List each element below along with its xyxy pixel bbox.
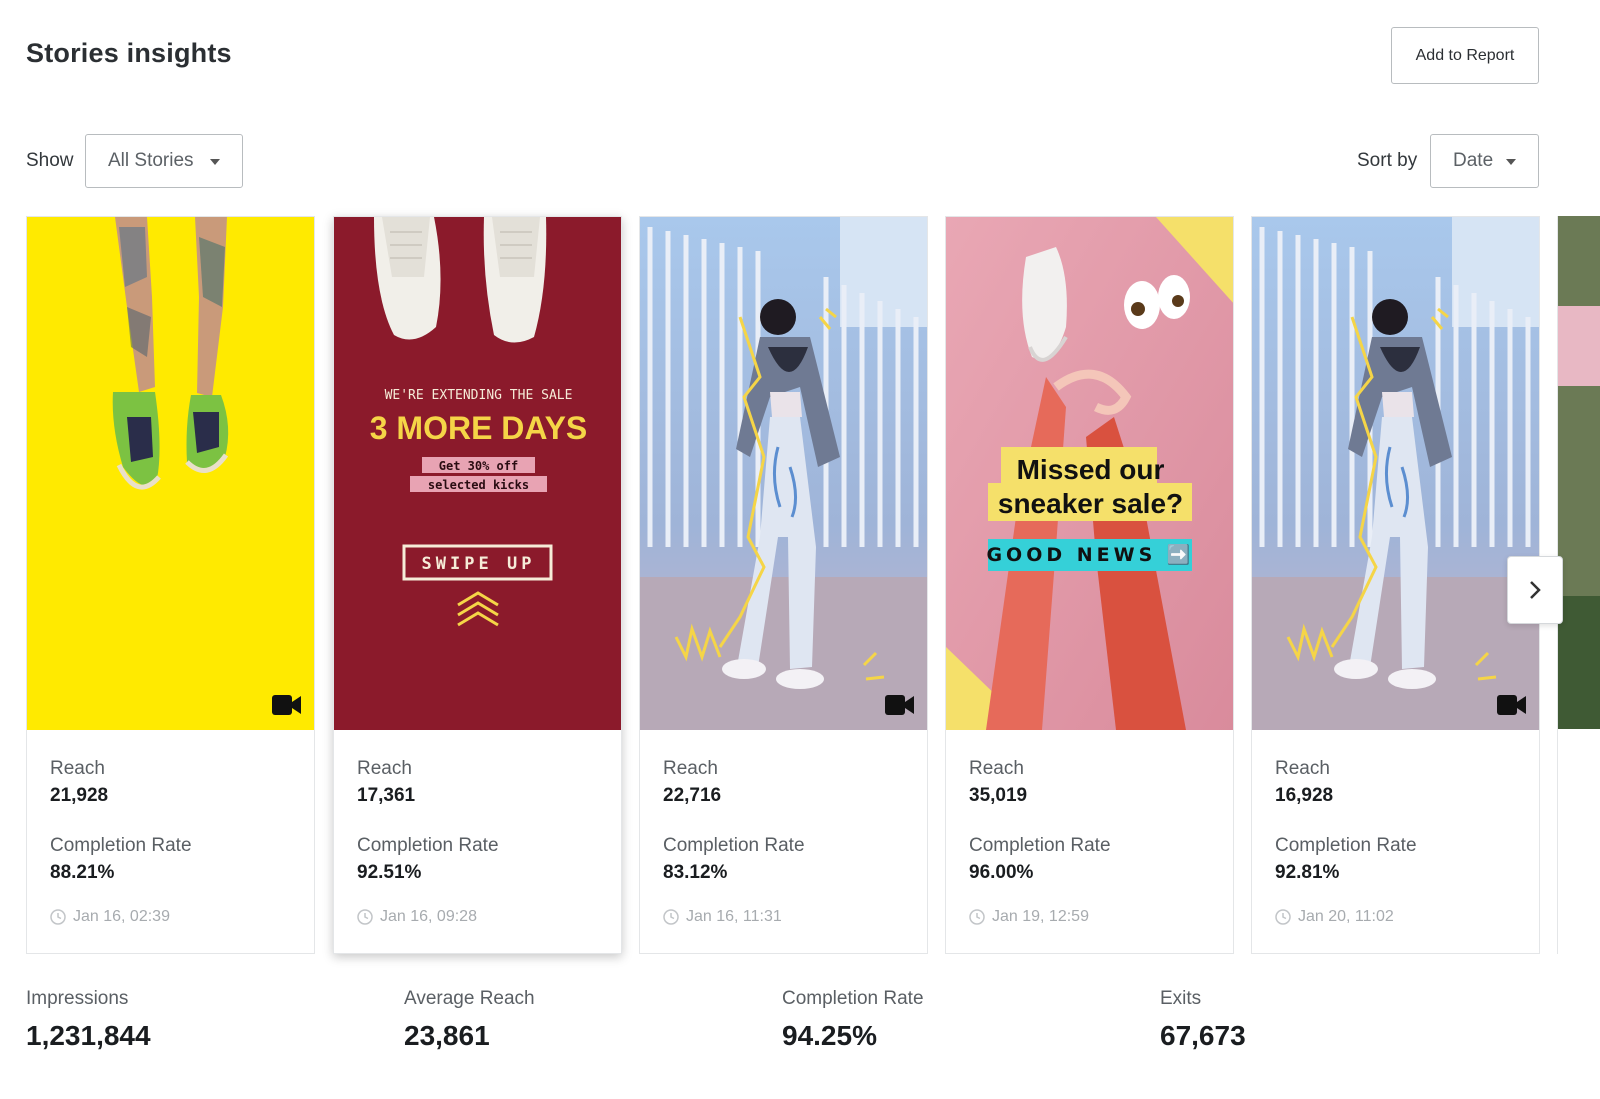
clock-icon — [357, 909, 373, 925]
story-date-text: Jan 16, 11:31 — [686, 908, 782, 925]
summary-label: Completion Rate — [782, 988, 924, 1009]
svg-text:WE'RE EXTENDING THE SALE: WE'RE EXTENDING THE SALE — [385, 388, 573, 403]
svg-text:SWIPE UP: SWIPE UP — [422, 554, 536, 574]
next-stories-button[interactable] — [1507, 556, 1563, 624]
caret-down-icon — [210, 159, 220, 165]
svg-text:Missed our: Missed our — [1017, 454, 1165, 485]
sort-value: Date — [1453, 150, 1494, 171]
show-label: Show — [26, 150, 74, 171]
story-date: Jan 16, 09:28 — [357, 908, 621, 926]
story-thumbnail[interactable] — [640, 217, 927, 730]
svg-text:Get 30% off: Get 30% off — [439, 459, 518, 473]
story-date-text: Jan 19, 12:59 — [992, 908, 1089, 925]
reach-label: Reach — [663, 758, 718, 779]
story-card[interactable]: Reach 21,928 Completion Rate 88.21% Jan … — [26, 216, 315, 954]
completion-rate-value: 92.51% — [357, 862, 422, 883]
reach-value: 17,361 — [357, 785, 416, 806]
story-date: Jan 16, 02:39 — [50, 908, 314, 926]
completion-rate-value: 96.00% — [969, 862, 1034, 883]
story-thumbnail[interactable]: Missed our sneaker sale? GOOD NEWS ➡️ — [946, 217, 1233, 730]
reach-label: Reach — [357, 758, 412, 779]
story-image — [1558, 216, 1600, 729]
story-stats: Reach 17,361 Completion Rate 92.51% Jan … — [334, 730, 621, 926]
summary-value: 94.25% — [782, 1020, 877, 1051]
svg-text:sneaker sale?: sneaker sale? — [998, 488, 1183, 519]
clock-icon — [50, 909, 66, 925]
story-thumbnail[interactable]: WE'RE EXTENDING THE SALE 3 MORE DAYS Get… — [334, 217, 621, 730]
story-image — [1252, 217, 1539, 730]
story-card[interactable]: Reach 16,928 Completion Rate 92.81% Jan … — [1251, 216, 1540, 954]
story-date: Jan 16, 11:31 — [663, 908, 927, 926]
svg-text:3 MORE DAYS: 3 MORE DAYS — [370, 410, 588, 446]
story-stats: Reach 21,928 Completion Rate 88.21% Jan … — [27, 730, 314, 926]
story-date-text: Jan 16, 02:39 — [73, 908, 170, 925]
clock-icon — [969, 909, 985, 925]
completion-rate-value: 83.12% — [663, 862, 728, 883]
completion-rate-label: Completion Rate — [663, 835, 805, 856]
clock-icon — [663, 909, 679, 925]
reach-label: Reach — [969, 758, 1024, 779]
sort-dropdown[interactable]: Date — [1430, 134, 1539, 188]
summary-average-reach: Average Reach 23,861 — [404, 988, 535, 1052]
video-camera-icon — [885, 695, 914, 715]
completion-rate-label: Completion Rate — [50, 835, 192, 856]
completion-rate-label: Completion Rate — [969, 835, 1111, 856]
story-thumbnail[interactable] — [1252, 217, 1539, 730]
story-card[interactable]: Missed our sneaker sale? GOOD NEWS ➡️ Re… — [945, 216, 1234, 954]
video-camera-icon — [1497, 695, 1526, 715]
story-date-text: Jan 20, 11:02 — [1298, 908, 1394, 925]
add-to-report-button[interactable]: Add to Report — [1391, 27, 1539, 84]
reach-value: 35,019 — [969, 785, 1028, 806]
show-filter-dropdown[interactable]: All Stories — [85, 134, 243, 188]
story-stats: Reach 35,019 Completion Rate 96.00% Jan … — [946, 730, 1233, 926]
chevron-right-icon — [1530, 581, 1541, 599]
summary-label: Exits — [1160, 988, 1202, 1009]
summary-exits: Exits 67,673 — [1160, 988, 1246, 1052]
summary-value: 23,861 — [404, 1020, 490, 1051]
clock-icon — [1275, 909, 1291, 925]
story-card-partial[interactable] — [1557, 216, 1600, 954]
reach-label: Reach — [50, 758, 105, 779]
completion-rate-label: Completion Rate — [357, 835, 499, 856]
story-card[interactable]: WE'RE EXTENDING THE SALE 3 MORE DAYS Get… — [333, 216, 622, 954]
story-stats: Reach 22,716 Completion Rate 83.12% Jan … — [640, 730, 927, 926]
summary-completion-rate: Completion Rate 94.25% — [782, 988, 924, 1052]
svg-text:selected kicks: selected kicks — [428, 478, 529, 492]
completion-rate-value: 88.21% — [50, 862, 115, 883]
summary-impressions: Impressions 1,231,844 — [26, 988, 151, 1052]
show-filter-value: All Stories — [108, 150, 194, 171]
video-camera-icon — [272, 695, 301, 715]
reach-value: 21,928 — [50, 785, 109, 806]
story-image: WE'RE EXTENDING THE SALE 3 MORE DAYS Get… — [334, 217, 621, 730]
reach-label: Reach — [1275, 758, 1330, 779]
caret-down-icon — [1506, 159, 1516, 165]
completion-rate-label: Completion Rate — [1275, 835, 1417, 856]
story-stats: Reach 16,928 Completion Rate 92.81% Jan … — [1252, 730, 1539, 926]
summary-label: Impressions — [26, 988, 129, 1009]
summary-value: 67,673 — [1160, 1020, 1246, 1051]
summary-value: 1,231,844 — [26, 1020, 151, 1051]
story-date: Jan 20, 11:02 — [1275, 908, 1539, 926]
story-image: Missed our sneaker sale? GOOD NEWS ➡️ — [946, 217, 1233, 730]
completion-rate-value: 92.81% — [1275, 862, 1340, 883]
story-card[interactable]: Reach 22,716 Completion Rate 83.12% Jan … — [639, 216, 928, 954]
page-title: Stories insights — [26, 38, 232, 68]
summary-label: Average Reach — [404, 988, 535, 1009]
story-image — [640, 217, 927, 730]
story-thumbnail[interactable] — [27, 217, 314, 730]
story-image — [27, 217, 314, 730]
reach-value: 16,928 — [1275, 785, 1334, 806]
story-date: Jan 19, 12:59 — [969, 908, 1233, 926]
sort-label: Sort by — [1357, 150, 1418, 171]
svg-text:GOOD NEWS ➡️: GOOD NEWS ➡️ — [986, 543, 1194, 566]
reach-value: 22,716 — [663, 785, 722, 806]
story-date-text: Jan 16, 09:28 — [380, 908, 477, 925]
